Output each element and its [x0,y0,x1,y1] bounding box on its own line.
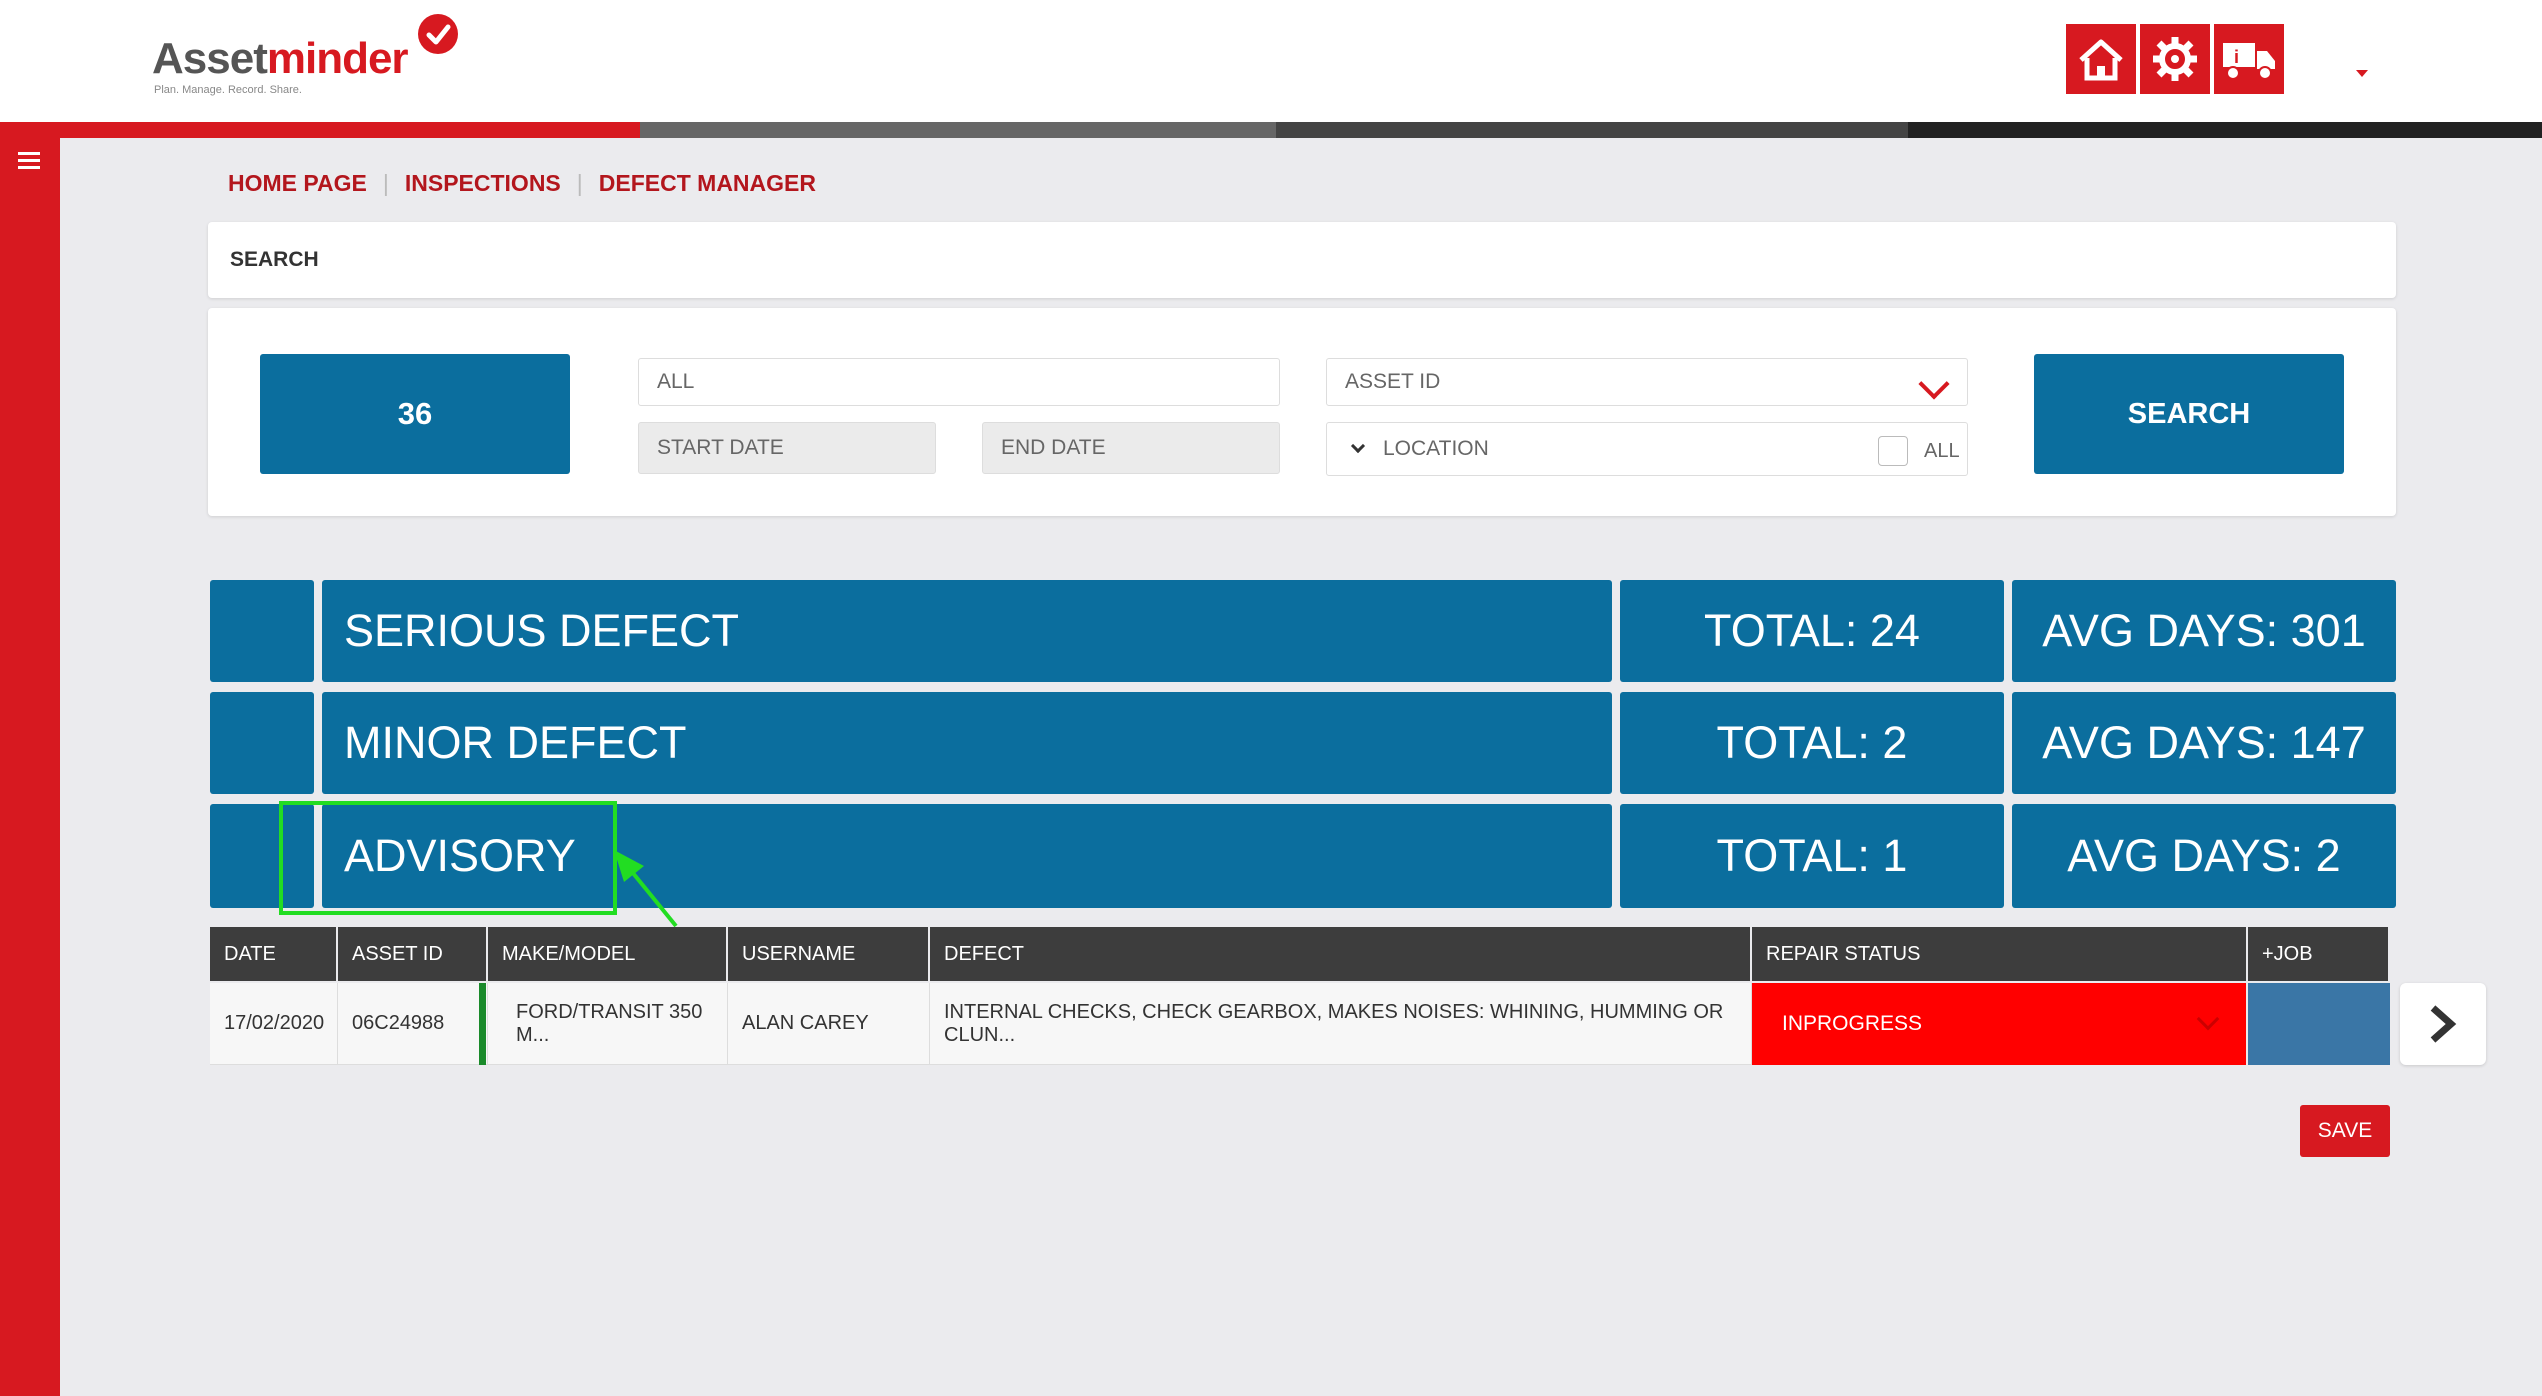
breadcrumb-inspections[interactable]: INSPECTIONS [405,170,561,197]
cell-username: ALAN CAREY [728,983,930,1065]
status-indicator-bar [479,983,486,1065]
next-page-button[interactable] [2400,983,2486,1065]
all-checkbox-label: ALL [1924,440,1960,462]
location-select[interactable]: LOCATION [1326,422,1968,476]
logo-wordmark: Assetminder [152,34,409,83]
check-badge-icon [418,14,458,54]
logo-tagline: Plan. Manage. Record. Share. [154,84,302,96]
col-username[interactable]: USERNAME [728,927,930,981]
serious-defect-total: TOTAL: 24 [1620,580,2004,682]
hamburger-menu-icon[interactable] [18,152,40,170]
cell-defect: INTERNAL CHECKS, CHECK GEARBOX, MAKES NO… [930,983,1752,1065]
serious-defect-toggle[interactable] [210,580,314,682]
minor-defect-row[interactable]: MINOR DEFECT [322,692,1612,794]
col-defect[interactable]: DEFECT [930,927,1752,981]
serious-defect-avg-days: AVG DAYS: 301 [2012,580,2396,682]
minor-defect-toggle[interactable] [210,692,314,794]
header-stripe-red [0,122,640,138]
save-button[interactable]: SAVE [2300,1105,2390,1157]
asset-id-label: ASSET ID [1345,370,1441,393]
chevron-down-icon [1918,368,1950,400]
col-asset-id[interactable]: ASSET ID [338,927,488,981]
cell-make-model: FORD/TRANSIT 350 M... [516,1001,703,1046]
gear-icon[interactable] [2140,24,2210,94]
result-count-box: 36 [260,354,570,474]
search-header-panel: SEARCH [208,222,2396,298]
search-button[interactable]: SEARCH [2034,354,2344,474]
filter-input[interactable]: ALL [638,358,1280,406]
cell-date: 17/02/2020 [210,983,338,1065]
col-add-job[interactable]: +JOB [2248,927,2390,981]
top-header: Assetminder Plan. Manage. Record. Share.… [0,0,2542,122]
search-section-label: SEARCH [230,248,319,271]
chevron-down-icon [1350,438,1366,454]
breadcrumb-home[interactable]: HOME PAGE [228,170,367,197]
repair-status-value: INPROGRESS [1782,1012,1923,1035]
serious-defect-row[interactable]: SERIOUS DEFECT [322,580,1612,682]
truck-icon[interactable]: i [2214,24,2284,94]
annotation-arrow-icon [614,850,678,928]
svg-text:i: i [2234,47,2239,67]
advisory-total: TOTAL: 1 [1620,804,2004,908]
highlight-box [279,801,617,915]
location-label: LOCATION [1383,437,1489,460]
sidebar [0,138,60,1396]
advisory-avg-days: AVG DAYS: 2 [2012,804,2396,908]
end-date-input[interactable]: END DATE [982,422,1280,474]
header-stripe-gray [640,122,1276,138]
header-stripe-dark [1276,122,1908,138]
assetminder-logo[interactable]: Assetminder Plan. Manage. Record. Share. [152,14,472,100]
asset-id-select[interactable]: ASSET ID [1326,358,1968,406]
home-icon[interactable] [2066,24,2136,94]
chevron-down-icon [2196,1007,2220,1031]
col-make-model[interactable]: MAKE/MODEL [488,927,728,981]
col-repair-status[interactable]: REPAIR STATUS [1752,927,2248,981]
add-job-cell[interactable] [2248,983,2390,1065]
minor-defect-total: TOTAL: 2 [1620,692,2004,794]
header-stripe-black [1908,122,2542,138]
breadcrumb: HOME PAGE | INSPECTIONS | DEFECT MANAGER [228,170,816,197]
start-date-input[interactable]: START DATE [638,422,936,474]
all-locations-checkbox[interactable] [1878,436,1908,466]
user-menu-caret-icon[interactable] [2356,70,2368,77]
minor-defect-avg-days: AVG DAYS: 147 [2012,692,2396,794]
chevron-right-icon [2430,1005,2457,1043]
col-date[interactable]: DATE [210,927,338,981]
cell-asset-id: 06C24988 [338,983,488,1065]
breadcrumb-defect-manager[interactable]: DEFECT MANAGER [599,170,816,197]
repair-status-select[interactable]: INPROGRESS [1752,983,2246,1065]
